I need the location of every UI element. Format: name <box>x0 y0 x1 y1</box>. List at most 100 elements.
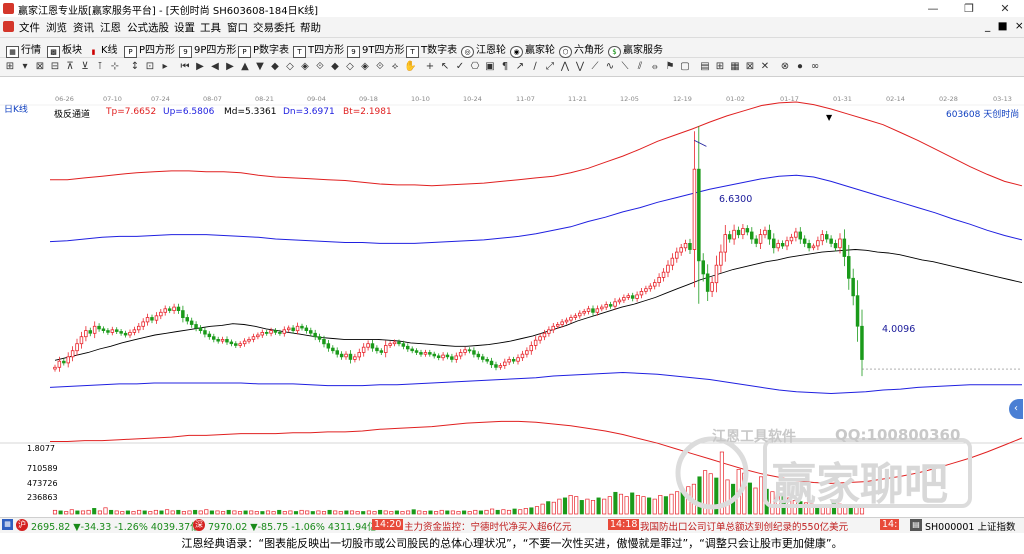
menu-window[interactable]: 窗口 <box>227 20 248 35</box>
menu-formula[interactable]: 公式选股 <box>127 20 169 35</box>
volume-bar <box>534 506 540 515</box>
draw-tool-icon[interactable]: ✋ <box>404 61 416 73</box>
inner-window-controls[interactable]: _ ■ × <box>985 20 1024 32</box>
draw-tool-icon[interactable]: ▢ <box>679 61 691 73</box>
index-switch-icon[interactable]: ▤ <box>910 519 922 531</box>
draw-tool-icon[interactable]: ✕ <box>759 61 771 73</box>
tool-kline[interactable]: ▮ K线 <box>88 41 118 56</box>
draw-tool-icon[interactable]: ⤢ <box>544 61 556 73</box>
draw-tool-icon[interactable]: ↖ <box>439 61 451 73</box>
candle-up <box>613 301 617 307</box>
draw-tool-icon[interactable]: ✓ <box>454 61 466 73</box>
draw-tool-icon[interactable]: ⟍ <box>619 61 631 73</box>
draw-tool-icon[interactable]: ⦵ <box>649 61 661 73</box>
menu-gann[interactable]: 江恩 <box>100 20 121 35</box>
draw-tool-icon[interactable]: ◇ <box>344 61 356 73</box>
draw-tool-icon[interactable]: ∕ <box>529 61 541 73</box>
draw-tool-icon[interactable]: ◈ <box>359 61 371 73</box>
draw-tool-icon[interactable]: ⋀ <box>559 61 571 73</box>
tool-gann-wheel[interactable]: ◎ 江恩轮 <box>461 41 506 58</box>
draw-tool-icon[interactable]: ⊗ <box>779 61 791 73</box>
candle-up <box>286 327 291 331</box>
volume-bar <box>546 501 551 515</box>
draw-tool-icon[interactable]: ⊼ <box>64 61 76 73</box>
tool-9t-square[interactable]: 9 9T四方形 <box>347 41 404 58</box>
candle-up <box>622 297 626 301</box>
draw-tool-icon[interactable]: ▼ <box>254 61 266 73</box>
menu-help[interactable]: 帮助 <box>300 20 321 35</box>
menu-browse[interactable]: 浏览 <box>46 20 67 35</box>
tool-p-square[interactable]: P P四方形 <box>124 41 175 58</box>
grid-icon[interactable]: ▦ <box>2 519 13 530</box>
draw-tool-icon[interactable]: ↕ <box>129 61 141 73</box>
draw-tool-icon[interactable]: ¶ <box>499 61 511 73</box>
close-button[interactable]: ✕ <box>992 1 1018 16</box>
menu-settings[interactable]: 设置 <box>174 20 195 35</box>
candle-down <box>736 229 741 236</box>
draw-tool-icon[interactable]: ⏮ <box>179 61 191 73</box>
tool-hexagon[interactable]: ⬡ 六角形 <box>559 41 604 58</box>
draw-tool-icon[interactable]: ⟋ <box>589 61 601 73</box>
draw-tool-icon[interactable]: ⊠ <box>744 61 756 73</box>
draw-tool-icon[interactable]: ⊺ <box>94 61 106 73</box>
draw-tool-icon[interactable]: ⊠ <box>34 61 46 73</box>
volume-bar <box>417 510 422 515</box>
draw-tool-icon[interactable]: ↗ <box>514 61 526 73</box>
tool-t-number-table[interactable]: T T数字表 <box>406 41 457 58</box>
draw-tool-icon[interactable]: ⊡ <box>144 61 156 73</box>
sh-index-quote[interactable]: 2695.82 ▼-34.33 -1.26% 4039.37亿 <box>31 519 200 533</box>
draw-tool-icon[interactable]: ⊞ <box>4 61 16 73</box>
draw-tool-icon[interactable]: ⊹ <box>109 61 121 73</box>
restore-button[interactable]: ❐ <box>956 1 982 16</box>
menu-news[interactable]: 资讯 <box>73 20 94 35</box>
menu-trade[interactable]: 交易委托 <box>253 20 295 35</box>
menu-tools[interactable]: 工具 <box>200 20 221 35</box>
volume-bar <box>271 511 276 515</box>
draw-tool-icon[interactable]: ◀ <box>209 61 221 73</box>
draw-tool-icon[interactable]: ◈ <box>299 61 311 73</box>
draw-tool-icon[interactable]: ▦ <box>729 61 741 73</box>
draw-tool-icon[interactable]: ▶ <box>224 61 236 73</box>
draw-tool-icon[interactable]: ▸ <box>159 61 171 73</box>
draw-tool-icon[interactable]: ∞ <box>809 61 821 73</box>
minimize-button[interactable]: — <box>920 1 946 16</box>
draw-tool-icon[interactable]: ◆ <box>329 61 341 73</box>
draw-tool-icon[interactable]: ▾ <box>19 61 31 73</box>
tool-quotes[interactable]: ▦ 行情 <box>6 41 41 58</box>
draw-tool-icon[interactable]: ⟡ <box>389 61 401 73</box>
draw-tool-icon[interactable]: ▲ <box>239 61 251 73</box>
volume-bar <box>187 510 192 515</box>
tool-9p-square[interactable]: 9 9P四方形 <box>179 41 236 58</box>
draw-tool-icon[interactable]: ⟐ <box>374 61 386 73</box>
volume-bar <box>630 492 635 515</box>
draw-tool-icon[interactable]: ▣ <box>484 61 496 73</box>
tool-winner-wheel[interactable]: ◉ 赢家轮 <box>510 41 555 58</box>
draw-tool-icon[interactable]: ⚑ <box>664 61 676 73</box>
tool-p-number-table[interactable]: P P数字表 <box>238 41 289 58</box>
news-item[interactable]: 我国防出口公司订单总额达到创纪录的550亿美元 <box>640 519 880 533</box>
draw-tool-icon[interactable]: ◇ <box>284 61 296 73</box>
sz-index-quote[interactable]: 7970.02 ▼-85.75 -1.06% 4311.94亿 <box>208 519 377 533</box>
draw-tool-icon[interactable]: ∿ <box>604 61 616 73</box>
draw-tool-icon[interactable]: ⎔ <box>469 61 481 73</box>
draw-tool-icon[interactable]: ⟐ <box>314 61 326 73</box>
draw-tool-icon[interactable]: ⦁ <box>794 61 806 73</box>
draw-tool-icon[interactable]: ⊟ <box>49 61 61 73</box>
draw-tool-icon[interactable]: ⊻ <box>79 61 91 73</box>
draw-tool-icon[interactable]: ◆ <box>269 61 281 73</box>
tool-winner-service[interactable]: $ 赢家服务 <box>608 41 663 58</box>
draw-tool-icon[interactable]: ⋁ <box>574 61 586 73</box>
side-panel-toggle-icon[interactable]: ‹ <box>1009 399 1023 419</box>
news-item[interactable]: 主力资金监控：宁德时代净买入超6亿元 <box>404 519 572 533</box>
draw-tool-icon[interactable]: ▤ <box>699 61 711 73</box>
draw-tool-icon[interactable]: ▶ <box>194 61 206 73</box>
app-menu-icon[interactable] <box>3 21 14 32</box>
tool-t-square[interactable]: T T四方形 <box>293 41 344 58</box>
index-code[interactable]: SH000001 上证指数 <box>925 519 1015 533</box>
menu-file[interactable]: 文件 <box>19 20 40 35</box>
draw-tool-icon[interactable]: ⫽ <box>634 61 646 73</box>
candle-up <box>719 251 723 266</box>
draw-tool-icon[interactable]: ⊞ <box>714 61 726 73</box>
tool-sectors[interactable]: ▩ 板块 <box>47 41 82 58</box>
draw-tool-icon[interactable]: + <box>424 61 436 73</box>
